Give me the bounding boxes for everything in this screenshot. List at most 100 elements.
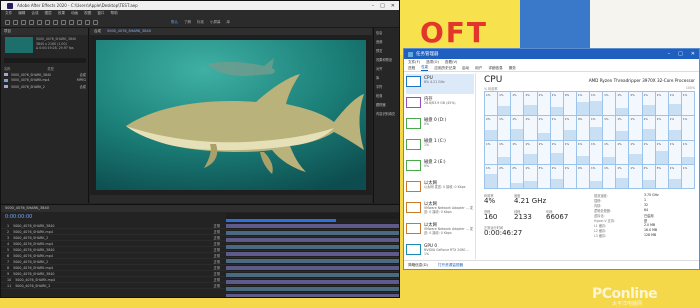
tm-menu-file[interactable]: 文件(F) (408, 60, 420, 65)
workspace-standard[interactable]: 标准 (197, 20, 204, 25)
panel-character[interactable]: 字符 (374, 82, 399, 91)
work-area-bar[interactable] (226, 219, 336, 222)
video-frame[interactable] (96, 40, 366, 190)
hand-tool-icon[interactable] (21, 19, 26, 25)
workspace-libraries[interactable]: 库 (227, 20, 231, 25)
close-icon[interactable]: ✕ (691, 51, 695, 57)
layer-mode[interactable]: 正常 (213, 271, 226, 276)
menu-help[interactable]: 帮助 (111, 11, 118, 16)
menu-layer[interactable]: 图层 (45, 11, 52, 16)
shape-tool-icon[interactable] (61, 19, 66, 25)
tab-users[interactable]: 用户 (475, 66, 482, 71)
home-tool-icon[interactable] (5, 19, 10, 25)
maximize-icon[interactable]: □ (380, 3, 385, 9)
maximize-icon[interactable]: □ (678, 51, 683, 57)
panel-libraries[interactable]: 库 (374, 73, 399, 82)
viewer-controls[interactable] (90, 195, 372, 203)
menu-effect[interactable]: 效果 (58, 11, 65, 16)
track-clip[interactable] (226, 224, 399, 228)
sidebar-item-disk-0[interactable]: 磁盘 0 (D:) 0% (406, 116, 474, 136)
tab-details[interactable]: 详细信息 (488, 66, 502, 71)
project-item[interactable]: 5000_4076_SHARK.mp4 MPEG (4, 78, 86, 82)
workspace-learn[interactable]: 了解 (184, 20, 191, 25)
viewer-tab-label[interactable]: 合成 (94, 29, 101, 34)
panel-align[interactable]: 对齐 (374, 64, 399, 73)
tab-services[interactable]: 服务 (509, 66, 516, 71)
tab-app-history[interactable]: 应用历史记录 (434, 66, 456, 71)
close-icon[interactable]: ✕ (391, 3, 395, 9)
layer-mode[interactable]: 正常 (213, 235, 226, 240)
track-clip[interactable] (226, 273, 399, 277)
project-search-input[interactable] (4, 58, 86, 63)
menu-window[interactable]: 窗口 (97, 11, 104, 16)
rotate-tool-icon[interactable] (37, 19, 42, 25)
text-tool-icon[interactable] (77, 19, 82, 25)
panel-info[interactable]: 信息 (374, 28, 399, 37)
panel-content-aware-fill[interactable]: 内容识别填充 (374, 109, 399, 118)
sidebar-item-ethernet-vmware-1[interactable]: 以太网 VMware Network Adapter ... 发送: 0 接收: … (406, 200, 474, 220)
panel-tracker[interactable]: 跟踪器 (374, 100, 399, 109)
layer-row[interactable]: 11 5000_4076_SHARK_2 正常 (1, 283, 226, 289)
project-item[interactable]: 5000_4076_SHARK_2 合成 (4, 84, 86, 89)
track-clip[interactable] (226, 287, 399, 291)
open-resource-monitor-link[interactable]: 打开资源监视器 (438, 263, 463, 268)
panel-paragraph[interactable]: 段落 (374, 91, 399, 100)
panel-audio[interactable]: 音频 (374, 37, 399, 46)
minimize-icon[interactable]: – (668, 51, 671, 57)
tab-startup[interactable]: 启动 (462, 66, 469, 71)
pan-tool-icon[interactable] (53, 19, 58, 25)
track-clip[interactable] (226, 259, 399, 263)
menu-edit[interactable]: 编辑 (18, 11, 25, 16)
workspace-small-screen[interactable]: 小屏幕 (210, 20, 221, 25)
sidebar-item-disk-2[interactable]: 磁盘 2 (E:) 0% (406, 158, 474, 178)
column-name[interactable]: 名称 (4, 67, 10, 71)
selection-tool-icon[interactable] (13, 19, 18, 25)
layer-mode[interactable]: 正常 (213, 223, 226, 228)
project-tab[interactable]: 项目 (1, 28, 88, 35)
tab-processes[interactable]: 进程 (408, 66, 415, 71)
column-type[interactable]: 类型 (47, 67, 53, 71)
layer-mode[interactable]: 正常 (213, 283, 226, 288)
pen-tool-icon[interactable] (69, 19, 74, 25)
sidebar-item-memory[interactable]: 内存 28.6/63.9 GB (45%) (406, 95, 474, 115)
tm-menu-options[interactable]: 选项(O) (426, 60, 439, 65)
panel-preview[interactable]: 预览 (374, 46, 399, 55)
puppet-tool-icon[interactable] (93, 19, 98, 25)
track-clip[interactable] (226, 231, 399, 235)
track-clip[interactable] (226, 266, 399, 270)
tm-menu-view[interactable]: 查看(V) (445, 60, 457, 65)
sidebar-item-ethernet-vmware-2[interactable]: 以太网 VMware Network Adapter ... 发送: 0 接收: … (406, 221, 474, 241)
viewer-tab-comp[interactable]: 5000_4076_SHARK_3840 (107, 29, 151, 34)
logical-processor-graph-grid[interactable]: 1% 1% 1% 1% 1% 1% 0% 1% 1% 1% 1% 2% 1% 1% 1% 1% 2% 1% 1% 1%… (484, 91, 695, 189)
workspace-default[interactable]: 默认 (171, 20, 178, 25)
track-clip[interactable] (226, 280, 399, 284)
menu-animation[interactable]: 动画 (71, 11, 78, 16)
layer-mode[interactable]: 正常 (213, 265, 226, 270)
track-clip[interactable] (226, 252, 399, 256)
project-item[interactable]: 5000_4076_SHARK_3840 合成 (4, 72, 86, 77)
menu-composition[interactable]: 合成 (31, 11, 38, 16)
layer-mode[interactable]: 正常 (213, 253, 226, 258)
sidebar-item-disk-1[interactable]: 磁盘 1 (C:) 1% (406, 137, 474, 157)
zoom-tool-icon[interactable] (29, 19, 34, 25)
layer-mode[interactable]: 正常 (213, 241, 226, 246)
track-clip[interactable] (226, 245, 399, 249)
menu-view[interactable]: 视图 (84, 11, 91, 16)
tab-performance[interactable]: 性能 (421, 65, 429, 71)
sidebar-item-cpu[interactable]: CPU 8% 4.21 GHz (406, 74, 474, 94)
minimize-icon[interactable]: – (372, 3, 375, 9)
sidebar-item-ethernet[interactable]: 以太网 以太网 发送: 0 接收: 0 Kbps (406, 179, 474, 199)
layer-mode[interactable]: 正常 (213, 277, 226, 282)
brush-tool-icon[interactable] (85, 19, 90, 25)
layer-mode[interactable]: 正常 (213, 247, 226, 252)
sidebar-item-gpu[interactable]: GPU 0 NVIDIA GeForce RTX 2080 ... 1% (406, 242, 474, 262)
camera-tool-icon[interactable] (45, 19, 50, 25)
timeline-timecode[interactable]: 0:00:00:00 (5, 214, 32, 220)
track-clip[interactable] (226, 294, 399, 297)
menu-file[interactable]: 文件 (5, 11, 12, 16)
panel-effects-presets[interactable]: 效果和预设 (374, 55, 399, 64)
timeline-tab[interactable]: 5000_4076_SHARK_3840 (5, 206, 49, 211)
track-clip[interactable] (226, 238, 399, 242)
fewer-details-link[interactable]: 简略信息(D) (408, 263, 428, 268)
layer-mode[interactable]: 正常 (213, 229, 226, 234)
